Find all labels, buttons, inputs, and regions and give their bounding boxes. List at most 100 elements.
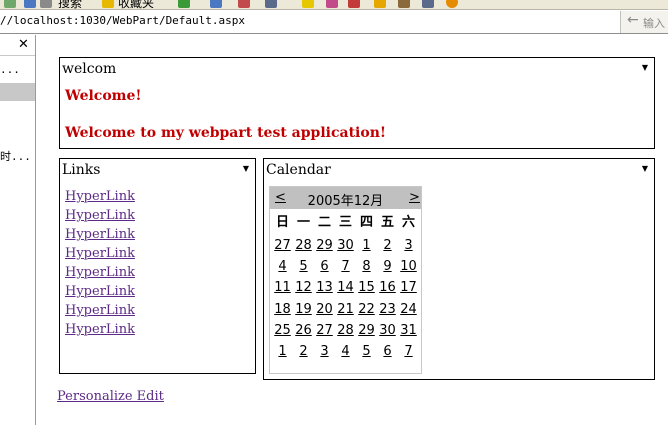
calendar-day[interactable]: 14	[335, 280, 356, 295]
calendar-day[interactable]: 30	[335, 238, 356, 253]
calendar-day[interactable]: 13	[314, 280, 335, 295]
close-icon[interactable]: ✕	[18, 37, 29, 52]
calendar-day[interactable]: 5	[356, 344, 377, 359]
media-icon[interactable]	[178, 0, 190, 8]
links-menu-dropdown-icon[interactable]: ▼	[243, 164, 249, 173]
links-webpart: Links ▼ HyperLink HyperLink HyperLink Hy…	[59, 158, 256, 374]
calendar-day[interactable]: 4	[272, 259, 293, 274]
calendar-day[interactable]: 6	[314, 259, 335, 274]
calendar-day[interactable]: 8	[356, 259, 377, 274]
calendar-day[interactable]: 9	[377, 259, 398, 274]
browser-toolbar: 搜索 收藏夹	[0, 0, 668, 10]
discuss-icon[interactable]	[326, 0, 338, 8]
side-item-text-2[interactable]: 时...	[0, 148, 31, 164]
calendar-day[interactable]: 29	[314, 238, 335, 253]
hyperlink[interactable]: HyperLink	[65, 303, 135, 318]
calendar-day[interactable]: 19	[293, 302, 314, 317]
welcome-heading: Welcome!	[65, 88, 142, 104]
calendar-next-month[interactable]: >	[409, 190, 420, 205]
calendar-day[interactable]: 2	[377, 238, 398, 253]
hyperlink[interactable]: HyperLink	[65, 246, 135, 261]
hyperlink[interactable]: HyperLink	[65, 189, 135, 204]
calendar-header: < 2005年12月 >	[270, 187, 421, 209]
hyperlink[interactable]: HyperLink	[65, 322, 135, 337]
address-bar: //localhost:1030/WebPart/Default.aspx ← …	[0, 11, 668, 34]
hyperlink[interactable]: HyperLink	[65, 227, 135, 242]
calendar-day[interactable]: 26	[293, 323, 314, 338]
edit-icon[interactable]	[302, 0, 314, 8]
calendar-day[interactable]: 28	[293, 238, 314, 253]
calendar-day[interactable]: 7	[335, 259, 356, 274]
calendar-menu-dropdown-icon[interactable]: ▼	[642, 164, 648, 173]
emoticon-icon[interactable]	[446, 0, 458, 8]
calendar-day[interactable]: 5	[293, 259, 314, 274]
search-button[interactable]: 搜索	[58, 0, 82, 9]
calendar-day[interactable]: 27	[272, 238, 293, 253]
calendar-day[interactable]: 12	[293, 280, 314, 295]
calendar-day[interactable]: 25	[272, 323, 293, 338]
calendar-day[interactable]: 1	[356, 238, 377, 253]
calendar-day[interactable]: 3	[314, 344, 335, 359]
calendar-day[interactable]: 20	[314, 302, 335, 317]
calendar: < 2005年12月 > 日一二三四五六 27 28 29 30 1 2 3 4 5 6 7 8 9 10 1…	[269, 186, 422, 374]
calendar-day[interactable]: 3	[398, 238, 419, 253]
go-arrow-icon: ←	[627, 12, 639, 28]
print-icon[interactable]	[265, 0, 277, 8]
calendar-day[interactable]: 6	[377, 344, 398, 359]
hyperlink[interactable]: HyperLink	[65, 265, 135, 280]
calendar-weekday: 二	[317, 215, 331, 230]
welcome-message: Welcome to my webpart test application!	[65, 125, 387, 141]
history-icon[interactable]	[210, 0, 222, 8]
calendar-weekday: 六	[401, 215, 415, 230]
calendar-day[interactable]: 31	[398, 323, 419, 338]
calendar-weekday: 三	[338, 215, 352, 230]
go-button[interactable]: ← 输入	[620, 11, 668, 33]
calendar-day[interactable]: 29	[356, 323, 377, 338]
address-input[interactable]: //localhost:1030/WebPart/Default.aspx	[0, 14, 245, 27]
calendar-day[interactable]: 28	[335, 323, 356, 338]
calendar-day[interactable]: 18	[272, 302, 293, 317]
calendar-day[interactable]: 1	[272, 344, 293, 359]
links-webpart-title: Links	[62, 162, 101, 178]
calendar-day[interactable]: 30	[377, 323, 398, 338]
calendar-day[interactable]: 2	[293, 344, 314, 359]
calendar-webpart-title: Calendar	[266, 162, 331, 178]
hyperlink[interactable]: HyperLink	[65, 208, 135, 223]
calendar-day[interactable]: 17	[398, 280, 419, 295]
hyperlink[interactable]: HyperLink	[65, 284, 135, 299]
calendar-day[interactable]: 21	[335, 302, 356, 317]
info-icon[interactable]	[24, 0, 36, 8]
favorites-star-icon[interactable]	[102, 0, 114, 8]
calendar-day[interactable]: 27	[314, 323, 335, 338]
messenger-icon[interactable]	[348, 0, 360, 8]
calendar-day[interactable]: 22	[356, 302, 377, 317]
calendar-weekday: 日	[275, 215, 289, 230]
calendar-day[interactable]: 23	[377, 302, 398, 317]
calendar-day[interactable]: 15	[356, 280, 377, 295]
research-icon[interactable]	[374, 0, 386, 8]
side-item-text[interactable]: ...	[0, 63, 20, 76]
page-icon[interactable]	[4, 0, 16, 8]
welcome-webpart-title: welcom	[62, 61, 117, 77]
calendar-day[interactable]: 7	[398, 344, 419, 359]
calendar-day[interactable]: 10	[398, 259, 419, 274]
window-icon[interactable]	[422, 0, 434, 8]
calendar-day[interactable]: 11	[272, 280, 293, 295]
search-icon[interactable]	[40, 0, 52, 8]
welcome-webpart: welcom ▼ Welcome! Welcome to my webpart …	[59, 57, 655, 149]
calendar-day[interactable]: 16	[377, 280, 398, 295]
calendar-weekday: 四	[359, 215, 373, 230]
tools-icon[interactable]	[398, 0, 410, 8]
side-divider	[0, 55, 35, 56]
side-selected-item[interactable]	[0, 83, 35, 101]
side-pane: ✕ ... 时...	[0, 35, 36, 425]
calendar-month-title: 2005年12月	[307, 194, 384, 209]
mail-icon[interactable]	[238, 0, 250, 8]
calendar-webpart: Calendar ▼ < 2005年12月 > 日一二三四五六 27 28 29 30 1…	[263, 158, 655, 380]
calendar-day[interactable]: 24	[398, 302, 419, 317]
calendar-weekday: 一	[296, 215, 310, 230]
personalize-edit-link[interactable]: Personalize Edit	[57, 389, 164, 404]
calendar-day[interactable]: 4	[335, 344, 356, 359]
welcome-menu-dropdown-icon[interactable]: ▼	[642, 63, 648, 72]
favorites-button[interactable]: 收藏夹	[118, 0, 154, 9]
